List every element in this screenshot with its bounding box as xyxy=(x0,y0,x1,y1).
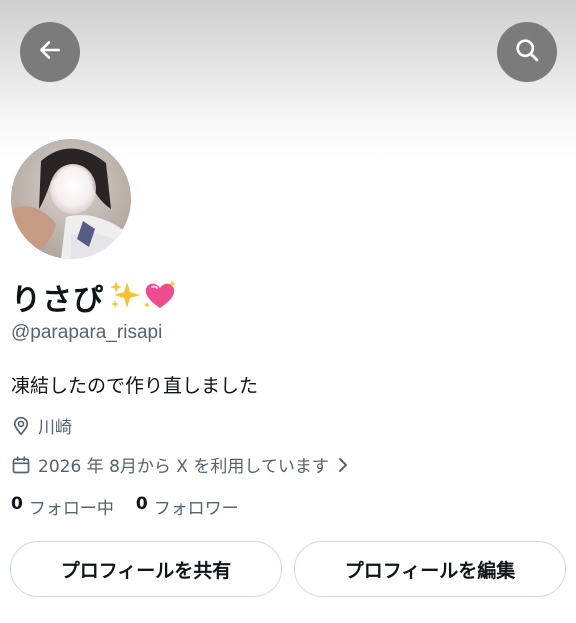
arrow-left-icon xyxy=(37,37,63,67)
username-handle: @parapara_risapi xyxy=(11,322,163,343)
chevron-right-icon xyxy=(337,457,349,473)
profile-banner[interactable] xyxy=(0,0,576,160)
avatar[interactable] xyxy=(10,138,132,260)
share-profile-button[interactable]: プロフィールを共有 xyxy=(10,541,282,597)
joined-date-row[interactable]: 2026 年 8月から X を利用しています xyxy=(11,452,349,477)
following-label: フォロー中 xyxy=(28,499,114,519)
edit-profile-button[interactable]: プロフィールを編集 xyxy=(294,541,566,597)
location-row: 川崎 xyxy=(11,413,72,438)
search-icon xyxy=(513,36,541,68)
follow-stats: 0 フォロー中 0 フォロワー xyxy=(11,494,261,519)
location-text: 川崎 xyxy=(38,418,72,438)
calendar-icon xyxy=(11,454,33,476)
share-profile-label: プロフィールを共有 xyxy=(60,559,232,582)
following-count: 0 xyxy=(11,494,23,514)
location-pin-icon xyxy=(11,415,33,437)
following-link[interactable]: 0 フォロー中 xyxy=(11,494,136,519)
display-name-row: りさぴ xyxy=(11,275,178,319)
sparkles-icon xyxy=(108,278,142,316)
bio-text: 凍結したので作り直しました xyxy=(11,375,259,397)
sparkling-heart-icon xyxy=(142,278,178,316)
edit-profile-label: プロフィールを編集 xyxy=(344,559,516,582)
search-button[interactable] xyxy=(497,22,557,82)
joined-date-text: 2026 年 8月から X を利用しています xyxy=(38,457,329,477)
followers-link[interactable]: 0 フォロワー xyxy=(136,494,261,519)
followers-label: フォロワー xyxy=(153,499,239,519)
followers-count: 0 xyxy=(135,494,148,514)
display-name: りさぴ xyxy=(11,283,104,318)
back-button[interactable] xyxy=(20,22,80,82)
